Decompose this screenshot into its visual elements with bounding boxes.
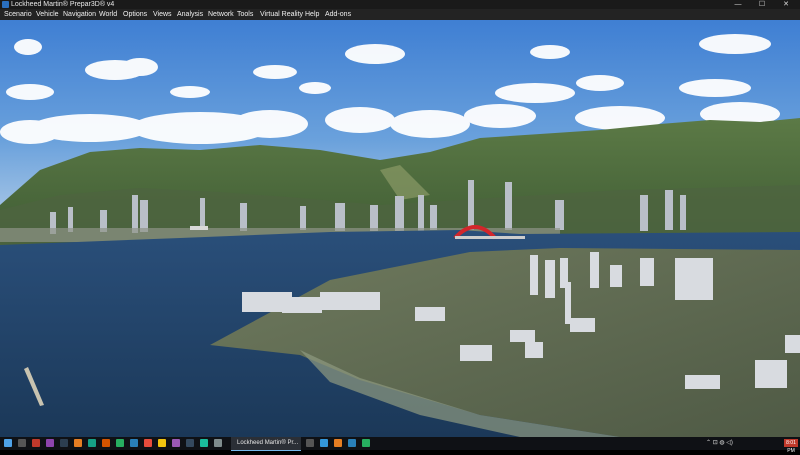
menu-scenario[interactable]: Scenario [4, 9, 32, 20]
scenery-render [0, 20, 800, 437]
menu-navigation[interactable]: Navigation [63, 9, 96, 20]
windows-taskbar: Lockheed Martin® Pr... ⌃ ⊡ ◍ ◁) 8:01 PM [0, 437, 800, 454]
window-titlebar[interactable]: Lockheed Martin® Prepar3D® v4 — ☐ ✕ [0, 0, 800, 9]
minimize-button[interactable]: — [726, 0, 750, 9]
app-icon[interactable] [186, 439, 194, 447]
search-icon[interactable] [18, 439, 26, 447]
menu-vehicle[interactable]: Vehicle [36, 9, 59, 20]
app-icon[interactable] [348, 439, 356, 447]
app-icon[interactable] [362, 439, 370, 447]
app-icon[interactable] [74, 439, 82, 447]
menu-world[interactable]: World [99, 9, 117, 20]
maximize-button[interactable]: ☐ [750, 0, 774, 9]
app-icon[interactable] [172, 439, 180, 447]
menu-tools[interactable]: Tools [237, 9, 253, 20]
windows-start-icon[interactable] [4, 439, 12, 447]
app-icon[interactable] [116, 439, 124, 447]
tray-notification-badge[interactable]: 8:01 PM [784, 439, 798, 454]
simulation-viewport[interactable] [0, 20, 800, 437]
tray-icons[interactable]: ⌃ ⊡ ◍ ◁) [706, 437, 733, 450]
app-icon[interactable] [320, 439, 328, 447]
app-icon[interactable] [130, 439, 138, 447]
menu-network[interactable]: Network [208, 9, 234, 20]
prepar3d-app-icon [2, 1, 9, 8]
app-icon[interactable] [200, 439, 208, 447]
app-icon[interactable] [60, 439, 68, 447]
menu-help[interactable]: Help [305, 9, 319, 20]
app-icon[interactable] [46, 439, 54, 447]
app-icon[interactable] [102, 439, 110, 447]
app-icon[interactable] [214, 439, 222, 447]
window-title: Lockheed Martin® Prepar3D® v4 [11, 1, 115, 8]
menu-views[interactable]: Views [153, 9, 172, 20]
app-icon[interactable] [334, 439, 342, 447]
menu-options[interactable]: Options [123, 9, 147, 20]
app-icon[interactable] [32, 439, 40, 447]
menu-virtual-reality[interactable]: Virtual Reality [260, 9, 303, 20]
taskbar-window-label: Lockheed Martin® Pr... [237, 440, 299, 446]
app-icon[interactable] [158, 439, 166, 447]
menu-add-ons[interactable]: Add-ons [325, 9, 351, 20]
app-icon[interactable] [306, 439, 314, 447]
menu-analysis[interactable]: Analysis [177, 9, 203, 20]
close-button[interactable]: ✕ [774, 0, 798, 9]
app-icon[interactable] [88, 439, 96, 447]
app-icon[interactable] [144, 439, 152, 447]
menu-bar: Scenario Vehicle Navigation World Option… [0, 9, 800, 20]
taskbar-active-window[interactable]: Lockheed Martin® Pr... [231, 437, 301, 451]
